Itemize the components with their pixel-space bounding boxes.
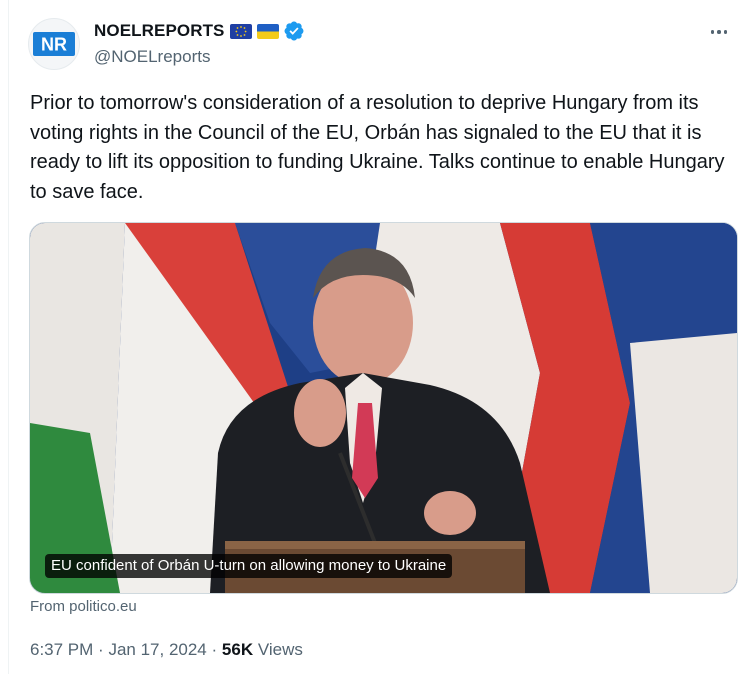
tweet-time[interactable]: 6:37 PM (30, 640, 93, 659)
meta-separator: · (98, 640, 104, 659)
author-handle[interactable]: @NOELreports (94, 47, 210, 67)
link-card-image[interactable]: EU confident of Orbán U-turn on allowing… (29, 222, 738, 594)
more-options-icon[interactable] (704, 20, 734, 44)
eu-flag-icon (229, 23, 252, 39)
views-count[interactable]: 56K (222, 640, 253, 659)
verified-badge-icon[interactable] (284, 21, 304, 41)
avatar[interactable]: NR (28, 18, 80, 70)
tweet-metadata: 6:37 PM · Jan 17, 2024 · 56K Views (30, 640, 303, 660)
meta-separator: · (211, 640, 218, 659)
display-name[interactable]: NOELREPORTS (94, 21, 225, 41)
author-name-row: NOELREPORTS (94, 21, 304, 41)
noelreports-logo: NR (33, 32, 75, 56)
tweet-text: Prior to tomorrow's consideration of a r… (30, 92, 725, 203)
svg-text:NR: NR (41, 35, 67, 55)
ukraine-flag-icon (256, 23, 279, 39)
tweet-date[interactable]: Jan 17, 2024 (108, 640, 206, 659)
views-label: Views (257, 640, 303, 659)
timeline-divider (8, 0, 9, 674)
link-source[interactable]: From politico.eu (30, 598, 137, 615)
press-conference-photo (30, 223, 737, 593)
link-card-headline[interactable]: EU confident of Orbán U-turn on allowing… (45, 554, 453, 578)
tweet[interactable]: NR NOELREPORTS @NOELreports Prior to tom… (0, 0, 754, 674)
